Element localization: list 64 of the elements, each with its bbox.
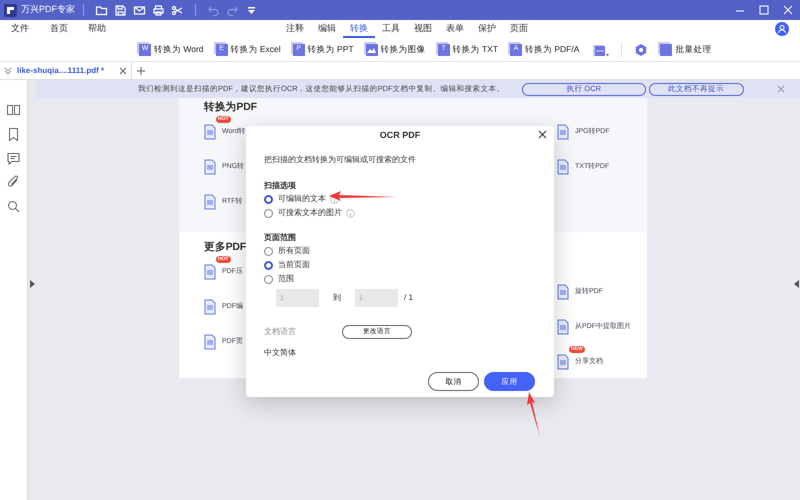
user-avatar-icon[interactable] <box>775 22 789 36</box>
radio-label[interactable]: 可搜索文本的图片 <box>278 207 342 219</box>
thumbnails-icon[interactable] <box>6 103 21 118</box>
tab-close-icon[interactable] <box>119 66 128 74</box>
folder-icon[interactable] <box>95 4 108 16</box>
document-tab[interactable]: like-shuqia....1111.pdf * <box>17 64 104 76</box>
radio-label[interactable]: 所有页面 <box>278 245 310 257</box>
print-icon[interactable] <box>152 4 165 16</box>
collapse-left-icon[interactable] <box>30 280 35 288</box>
document-icon <box>204 159 216 175</box>
section-label: 页面范围 <box>264 232 297 244</box>
document-icon <box>557 124 569 140</box>
document-icon <box>204 124 216 140</box>
radio-button[interactable] <box>264 260 273 270</box>
radio-label[interactable]: 可编辑的文本 <box>278 193 326 205</box>
add-tab-icon[interactable] <box>135 64 148 76</box>
app-title: 万兴PDF专家 <box>21 3 75 16</box>
dialog-description: 把扫描的文档转换为可编辑或可搜索的文件 <box>264 154 417 166</box>
language-value: 中文简体 <box>264 347 297 359</box>
to-label: 到 <box>333 292 341 304</box>
ribbon-tab[interactable]: 编辑 <box>311 20 343 38</box>
section-heading: 更多PDF <box>204 240 246 254</box>
annotation-arrow <box>526 392 540 437</box>
comment-icon[interactable] <box>6 151 21 166</box>
ribbon-tab[interactable]: 保护 <box>471 20 503 38</box>
document-icon <box>557 159 569 175</box>
bookmark-icon[interactable] <box>6 127 21 142</box>
document-icon <box>557 354 569 370</box>
document-icon <box>204 194 216 210</box>
save-icon[interactable] <box>114 4 127 16</box>
page-total: / 1 <box>404 292 413 304</box>
scissors-icon[interactable] <box>171 4 184 16</box>
section-label: 扫描选项 <box>264 180 297 192</box>
radio-label[interactable]: 当前页面 <box>278 259 310 271</box>
ribbon-tab[interactable]: 表单 <box>439 20 471 38</box>
document-icon <box>204 299 216 315</box>
mail-icon[interactable] <box>133 4 146 16</box>
language-label: 文档语言 <box>264 326 297 338</box>
document-icon <box>557 319 569 335</box>
menu-item[interactable]: 文件 <box>2 22 38 36</box>
chevron-down-icon[interactable] <box>4 66 12 74</box>
ribbon-tab[interactable]: 工具 <box>375 20 407 38</box>
radio-button[interactable] <box>264 274 273 284</box>
search-icon[interactable] <box>6 199 21 214</box>
radio-button[interactable] <box>264 208 273 218</box>
toolbar-button[interactable]: 转换为图像 <box>366 43 426 56</box>
ribbon-tab[interactable]: 视图 <box>407 20 439 38</box>
radio-button[interactable] <box>264 194 273 204</box>
menu-item[interactable]: 首页 <box>38 22 79 36</box>
more-options-icon[interactable] <box>591 42 610 56</box>
section-heading: 转换为PDF <box>204 100 257 114</box>
ribbon-tab[interactable]: 注释 <box>279 20 311 38</box>
document-icon <box>557 284 569 300</box>
toolbar-button[interactable]: 批量处理 <box>660 43 712 56</box>
radio-label[interactable]: 范围 <box>278 273 294 285</box>
collapse-right-icon[interactable] <box>794 280 799 288</box>
dialog-title: OCR PDF <box>378 129 422 142</box>
menu-item[interactable]: 帮助 <box>79 22 115 36</box>
gear-icon[interactable] <box>634 42 648 56</box>
radio-button[interactable] <box>264 246 273 256</box>
ribbon-tab[interactable]: 页面 <box>503 20 535 38</box>
document-icon <box>204 264 216 280</box>
document-icon <box>204 334 216 350</box>
image-icon <box>367 46 376 53</box>
